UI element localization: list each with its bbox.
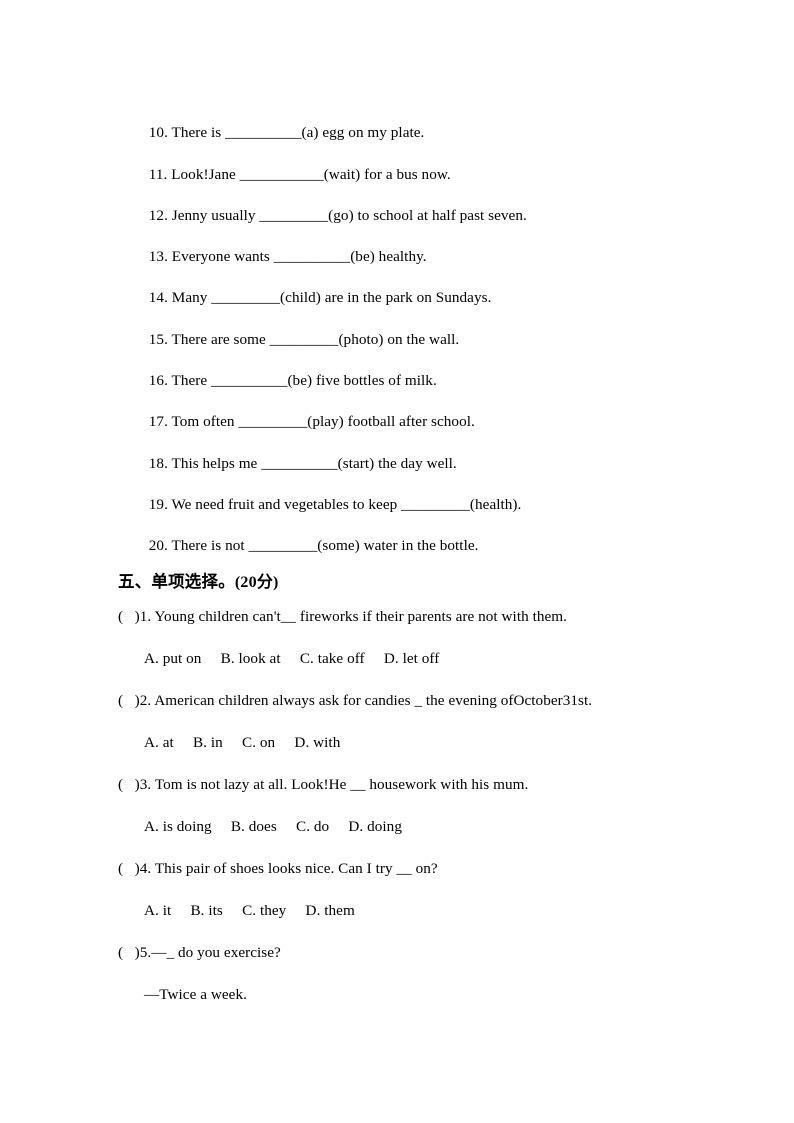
section-heading-score: (20分) (234, 574, 279, 592)
answer-blank[interactable]: _________ (259, 207, 328, 224)
options-line[interactable]: A. put on B. look at C. take off D. let … (118, 651, 698, 694)
item-number: 18. (148, 454, 168, 472)
question-text: Young children can't__ fireworks if thei… (151, 608, 567, 626)
answer-blank[interactable]: __________ (225, 124, 301, 141)
item-text-before: We need fruit and vegetables to keep (167, 495, 402, 513)
fill-in-item: 20. There is not _________(some) water i… (118, 523, 698, 564)
fill-in-the-blank-section: 10. There is __________(a) egg on my pla… (118, 110, 698, 564)
question-number: 4. (139, 860, 152, 878)
item-text-after: (be) healthy. (350, 248, 427, 266)
answer-blank[interactable]: ___________ (240, 166, 324, 183)
question-line: ( )5.—_ do you exercise? (118, 945, 698, 987)
item-text-before: There (167, 371, 212, 389)
item-text-after: (photo) on the wall. (338, 330, 460, 348)
answer-blank[interactable]: _________ (401, 496, 470, 513)
answer-blank[interactable]: _________ (238, 413, 307, 430)
answer-blank[interactable]: __________ (211, 372, 287, 389)
options-line[interactable]: A. at B. in C. on D. with (118, 735, 698, 778)
item-number: 12. (148, 206, 168, 224)
item-text-before: There is not (167, 537, 249, 555)
question-number: 1. (139, 608, 152, 626)
question-text: Tom is not lazy at all. Look!He __ house… (151, 776, 529, 794)
item-number: 20. (148, 537, 168, 555)
fill-in-item: 17. Tom often _________(play) football a… (118, 399, 698, 440)
options-line[interactable]: A. it B. its C. they D. them (118, 903, 698, 946)
question-line: ( )1. Young children can't__ fireworks i… (118, 609, 698, 651)
item-text-before: Everyone wants (167, 248, 274, 266)
multiple-choice-item: ( )5.—_ do you exercise? —Twice a week. (118, 945, 698, 1029)
item-text-after: (some) water in the bottle. (317, 537, 479, 555)
section-heading-title: 五、单项选择。 (118, 572, 235, 592)
answer-blank[interactable]: __________ (274, 248, 350, 265)
question-number: 3. (139, 776, 152, 794)
question-line: ( )2. American children always ask for c… (118, 693, 698, 735)
fill-in-item: 16. There __________(be) five bottles of… (118, 358, 698, 399)
options-line[interactable]: A. is doing B. does C. do D. doing (118, 819, 698, 862)
item-text-after: (wait) for a bus now. (323, 165, 451, 183)
item-text-after: (a) egg on my plate. (301, 124, 425, 142)
worksheet-page: 10. There is __________(a) egg on my pla… (0, 0, 794, 1123)
answer-bracket[interactable]: ( ) (118, 692, 140, 709)
fill-in-item: 10. There is __________(a) egg on my pla… (118, 110, 698, 151)
question-text: —_ do you exercise? (151, 944, 281, 962)
item-text-after: (child) are in the park on Sundays. (280, 289, 492, 307)
item-number: 14. (148, 289, 168, 307)
answer-bracket[interactable]: ( ) (118, 776, 140, 793)
item-text-after: (go) to school at half past seven. (328, 206, 527, 224)
item-text-before: This helps me (167, 454, 262, 472)
fill-in-item: 13. Everyone wants __________(be) health… (118, 234, 698, 275)
fill-in-item: 11. Look!Jane ___________(wait) for a bu… (118, 151, 698, 192)
multiple-choice-item: ( )4. This pair of shoes looks nice. Can… (118, 861, 698, 945)
item-text-before: There is (167, 124, 226, 142)
item-text-after: (be) five bottles of milk. (287, 371, 437, 389)
multiple-choice-item: ( )3. Tom is not lazy at all. Look!He __… (118, 777, 698, 861)
item-text-after: (play) football after school. (307, 413, 475, 431)
item-text-after: (health). (469, 495, 522, 513)
question-number: 5. (139, 944, 152, 962)
answer-blank[interactable]: _________ (248, 537, 317, 554)
fill-in-item: 14. Many _________(child) are in the par… (118, 275, 698, 316)
answer-blank[interactable]: _________ (211, 289, 280, 306)
fill-in-item: 19. We need fruit and vegetables to keep… (118, 482, 698, 523)
fill-in-item: 12. Jenny usually _________(go) to schoo… (118, 193, 698, 234)
item-number: 17. (148, 413, 168, 431)
multiple-choice-section: ( )1. Young children can't__ fireworks i… (118, 609, 698, 1029)
item-text-before: There are some (167, 330, 270, 348)
question-line: ( )4. This pair of shoes looks nice. Can… (118, 861, 698, 903)
fill-in-item: 15. There are some _________(photo) on t… (118, 316, 698, 357)
answer-bracket[interactable]: ( ) (118, 944, 140, 961)
item-text-before: Jenny usually (167, 206, 260, 224)
answer-blank[interactable]: _________ (270, 331, 339, 348)
item-number: 16. (148, 371, 168, 389)
answer-blank[interactable]: __________ (261, 455, 337, 472)
item-number: 19. (148, 495, 168, 513)
answer-bracket[interactable]: ( ) (118, 860, 140, 877)
question-line: ( )3. Tom is not lazy at all. Look!He __… (118, 777, 698, 819)
item-text-after: (start) the day well. (337, 454, 457, 472)
fill-in-item: 18. This helps me __________(start) the … (118, 440, 698, 481)
dialogue-answer-line: —Twice a week. (144, 985, 247, 1003)
answer-bracket[interactable]: ( ) (118, 608, 140, 625)
question-number: 2. (139, 692, 152, 710)
question-text: This pair of shoes looks nice. Can I try… (151, 860, 438, 878)
question-text: American children always ask for candies… (151, 692, 593, 710)
section-heading: 五、单项选择。(20分) (118, 568, 698, 592)
item-number: 10. (148, 124, 168, 142)
multiple-choice-item: ( )1. Young children can't__ fireworks i… (118, 609, 698, 693)
item-text-before: Tom often (167, 413, 239, 431)
item-number: 11. (148, 165, 168, 183)
page-content: 10. There is __________(a) egg on my pla… (118, 110, 698, 1029)
item-text-before: Many (167, 289, 212, 307)
multiple-choice-item: ( )2. American children always ask for c… (118, 693, 698, 777)
item-number: 15. (148, 330, 168, 348)
item-number: 13. (148, 248, 168, 266)
item-text-before: Look!Jane (167, 165, 240, 183)
